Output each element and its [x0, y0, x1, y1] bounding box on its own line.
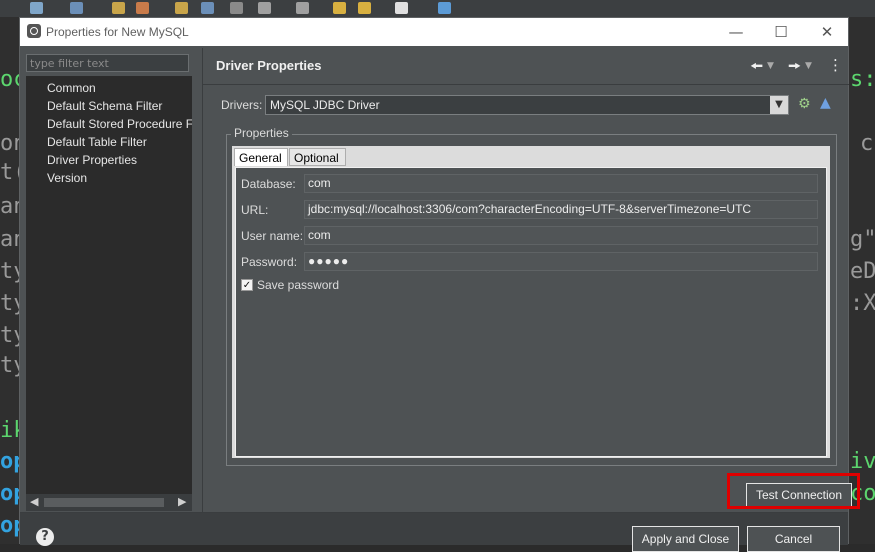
toolbar-icon	[438, 2, 451, 14]
cancel-button[interactable]: Cancel	[747, 526, 840, 552]
database-label: Database:	[241, 177, 296, 191]
username-label: User name:	[241, 229, 304, 243]
chevron-down-icon[interactable]: ▼	[770, 96, 788, 114]
toolbar-icon	[258, 2, 271, 14]
new-icon	[30, 2, 43, 14]
minimize-icon[interactable]: —	[724, 22, 748, 42]
toolbar-icon	[230, 2, 243, 14]
panel-splitter[interactable]	[202, 48, 203, 513]
dbeaver-icon	[27, 24, 41, 38]
url-label: URL:	[241, 203, 269, 217]
toolbar-icon	[136, 2, 149, 14]
drivers-select[interactable]: MySQL JDBC Driver ▼	[265, 95, 789, 115]
chevron-down-icon[interactable]: ▼	[767, 61, 774, 71]
help-icon[interactable]: ?	[36, 528, 54, 546]
maximize-icon[interactable]: ☐	[769, 22, 793, 42]
nav-item-common[interactable]: Common	[47, 81, 192, 95]
toolbar-icon	[70, 2, 83, 14]
chevron-down-icon[interactable]: ▼	[805, 61, 812, 71]
nav-tree: Common Default Schema Filter Default Sto…	[26, 76, 192, 511]
save-password-label[interactable]: Save password	[257, 278, 339, 292]
toolbar-icon	[296, 2, 309, 14]
scrollbar-thumb[interactable]	[44, 498, 164, 507]
tab-optional[interactable]: Optional	[289, 148, 346, 166]
filter-input[interactable]: type filter text	[26, 54, 189, 72]
password-field[interactable]: ●●●●●	[304, 252, 818, 271]
nav-item-driver-properties[interactable]: Driver Properties	[47, 153, 192, 167]
scroll-left-icon[interactable]: ◀	[30, 495, 38, 508]
username-field[interactable]: com	[304, 226, 818, 245]
background-toolbar	[0, 0, 875, 18]
scroll-right-icon[interactable]: ▶	[178, 495, 186, 508]
drivers-select-value: MySQL JDBC Driver	[270, 98, 380, 112]
password-label: Password:	[241, 255, 298, 269]
nav-item-default-stored-procedure-filter[interactable]: Default Stored Procedure F	[47, 117, 192, 131]
view-menu-icon[interactable]: ⋮	[828, 56, 843, 74]
properties-group-label: Properties	[231, 126, 292, 140]
folder-icon	[112, 2, 125, 14]
database-field[interactable]: com	[304, 174, 818, 193]
nav-item-default-table-filter[interactable]: Default Table Filter	[47, 135, 192, 149]
back-icon	[358, 2, 371, 14]
forward-icon	[395, 2, 408, 14]
tab-general[interactable]: General	[234, 148, 288, 166]
save-password-checkbox[interactable]: ✓	[241, 279, 253, 291]
dialog-title: Properties for New MySQL	[46, 25, 189, 39]
driver-edit-icon[interactable]: ▲	[820, 95, 831, 111]
folder-icon	[175, 2, 188, 14]
back-arrow-icon[interactable]: 🠘	[750, 56, 763, 81]
properties-dialog: Properties for New MySQL — ☐ ✕ type filt…	[19, 17, 860, 552]
driver-settings-icon[interactable]: ⚙	[798, 96, 811, 112]
nav-horizontal-scrollbar[interactable]: ◀ ▶	[26, 494, 192, 511]
forward-arrow-icon[interactable]: 🠚	[788, 56, 801, 81]
page-title: Driver Properties	[216, 58, 322, 73]
highlight-box	[727, 473, 860, 509]
url-field[interactable]: jdbc:mysql://localhost:3306/com?characte…	[304, 200, 818, 219]
back-icon	[333, 2, 346, 14]
header-divider	[203, 84, 849, 85]
globe-icon	[201, 2, 214, 14]
close-icon[interactable]: ✕	[815, 22, 839, 42]
drivers-label: Drivers:	[221, 98, 263, 112]
dialog-titlebar[interactable]: Properties for New MySQL — ☐ ✕	[20, 18, 848, 46]
apply-and-close-button[interactable]: Apply and Close	[632, 526, 739, 552]
nav-item-default-schema-filter[interactable]: Default Schema Filter	[47, 99, 192, 113]
nav-item-version[interactable]: Version	[47, 171, 192, 185]
